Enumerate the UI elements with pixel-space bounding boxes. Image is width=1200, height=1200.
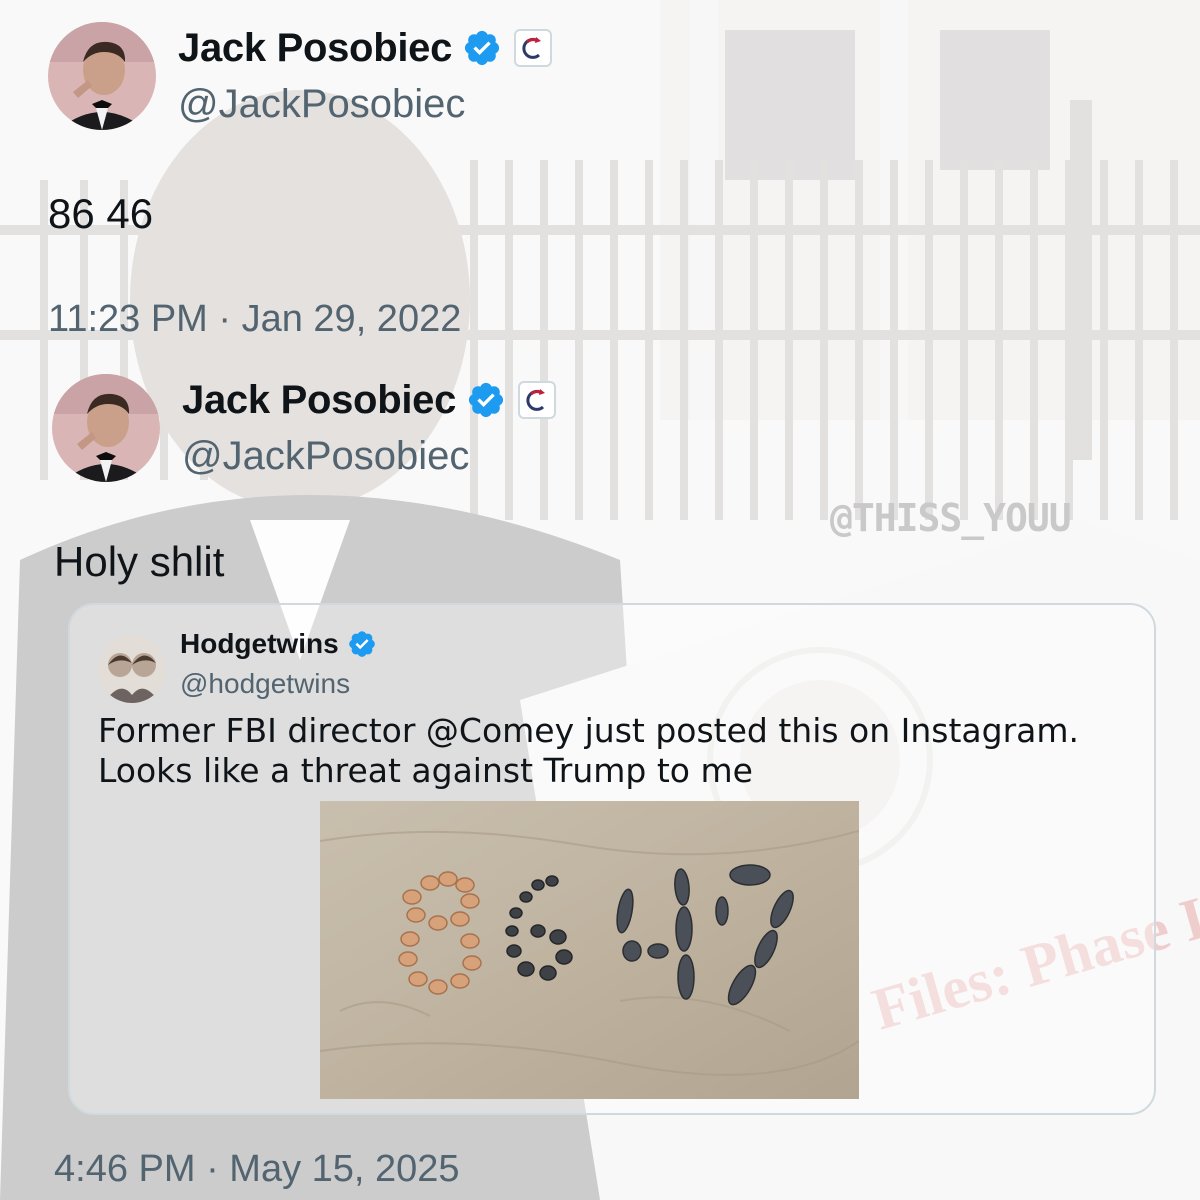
quoted-user-handle[interactable]: @hodgetwins	[180, 667, 350, 701]
display-name[interactable]: Jack Posobiec	[178, 24, 452, 72]
verified-badge-icon	[468, 382, 504, 418]
user-handle[interactable]: @JackPosobiec	[178, 80, 552, 128]
display-name[interactable]: Jack Posobiec	[182, 376, 456, 424]
affiliate-badge-icon[interactable]	[514, 29, 553, 67]
composite-tweets: Jack Posobiec @JackPosobiec 86 46 11:23 …	[0, 0, 1200, 1200]
tweet-1-header: Jack Posobiec @JackPosobiec	[48, 22, 553, 130]
avatar[interactable]	[52, 374, 160, 482]
tweet-timestamp[interactable]: 4:46 PM · May 15, 2025	[54, 1146, 460, 1192]
quoted-tweet-card[interactable]: Hodgetwins @hodgetwins Former FBI direct…	[68, 603, 1156, 1115]
quoted-avatar[interactable]	[98, 635, 166, 703]
user-handle[interactable]: @JackPosobiec	[182, 432, 556, 480]
tweet-2-header: Jack Posobiec @JackPosobiec	[52, 374, 557, 482]
tweet-text: 86 46	[48, 190, 154, 237]
affiliate-badge-icon[interactable]	[518, 381, 557, 419]
tweet-text: Holy shlit	[54, 538, 225, 585]
verified-badge-icon	[464, 30, 500, 66]
verified-badge-icon	[348, 631, 375, 657]
quoted-tweet-text: Former FBI director @Comey just posted t…	[98, 711, 1080, 790]
tweet-timestamp[interactable]: 11:23 PM · Jan 29, 2022	[48, 296, 461, 342]
quoted-tweet-image[interactable]	[320, 801, 859, 1099]
quoted-display-name[interactable]: Hodgetwins	[180, 627, 339, 661]
avatar[interactable]	[48, 22, 156, 130]
watermark: @THISS_YOUU	[830, 496, 1072, 540]
